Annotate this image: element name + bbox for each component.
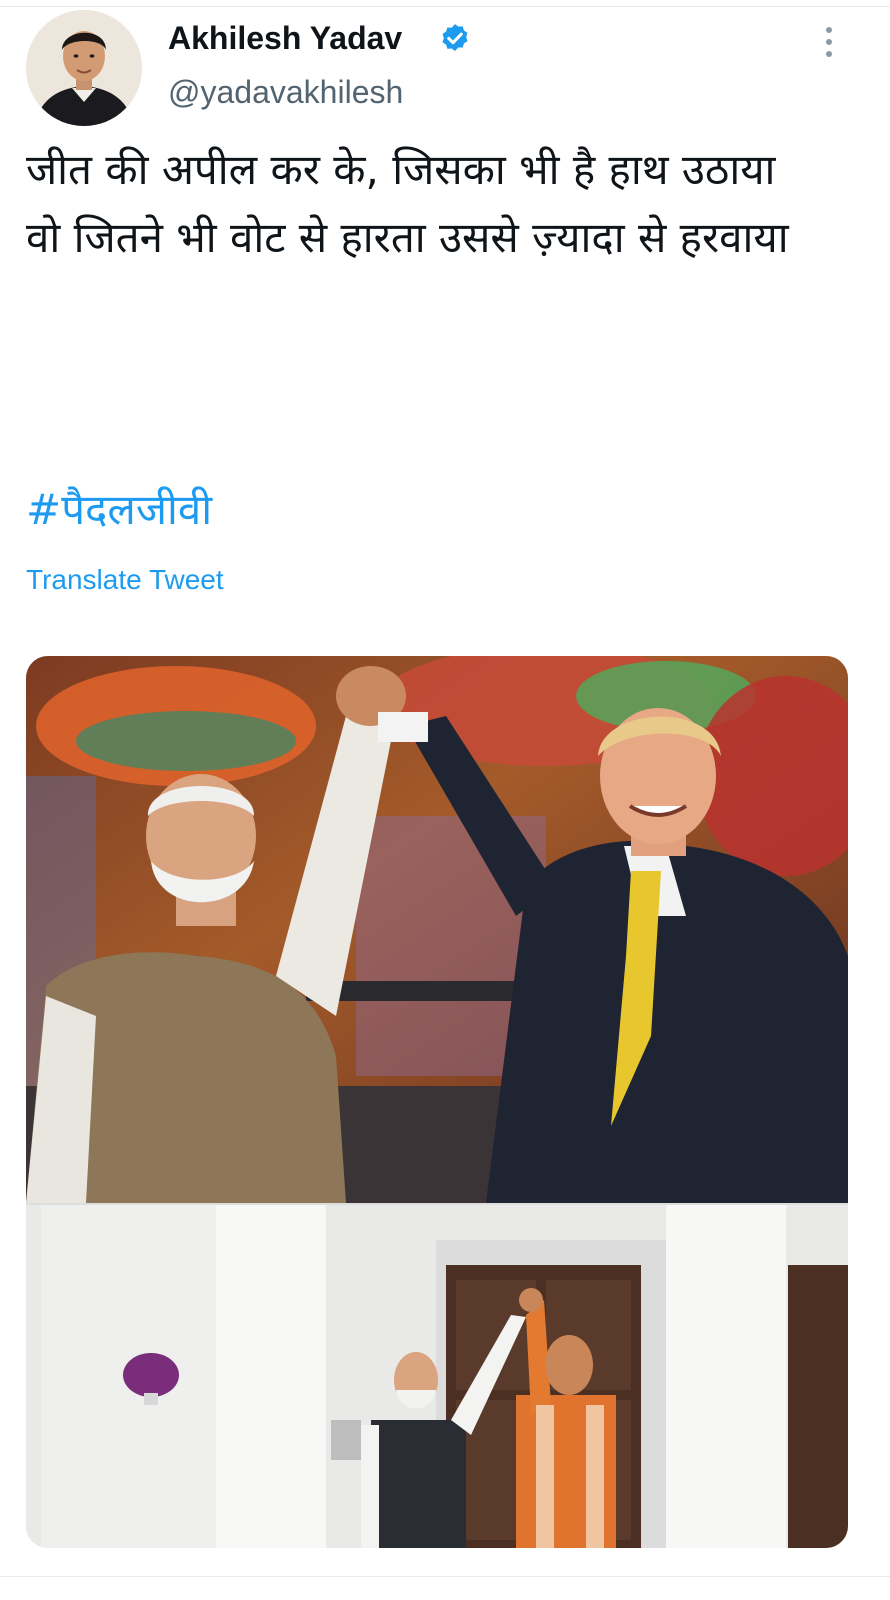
tweet-text: जीत की अपील कर के, जिसका भी है हाथ उठाया… (26, 136, 866, 272)
translate-tweet-link[interactable]: Translate Tweet (26, 562, 224, 598)
tweet-text-line: जीत की अपील कर के, जिसका भी है हाथ उठाया (26, 145, 776, 194)
tweet-photo-bottom[interactable] (26, 1205, 848, 1548)
tweet[interactable]: Akhilesh Yadav @yadavakhilesh जीत की अपी… (0, 0, 890, 1600)
tweet-photo-top[interactable] (26, 656, 848, 1203)
avatar[interactable] (26, 10, 142, 126)
verified-badge-icon (438, 22, 472, 56)
hashtag-link[interactable]: #पैदलजीवी (26, 480, 212, 540)
user-display-name[interactable]: Akhilesh Yadav (168, 18, 402, 58)
bottom-divider (0, 1576, 890, 1577)
tweet-media[interactable] (26, 656, 848, 1548)
user-handle[interactable]: @yadavakhilesh (168, 72, 403, 112)
tweet-text-line: वो जितने भी वोट से हारता उससे ज़्यादा से… (26, 213, 789, 262)
more-vertical-icon[interactable] (814, 22, 844, 62)
tweet-header: Akhilesh Yadav @yadavakhilesh (0, 0, 890, 130)
